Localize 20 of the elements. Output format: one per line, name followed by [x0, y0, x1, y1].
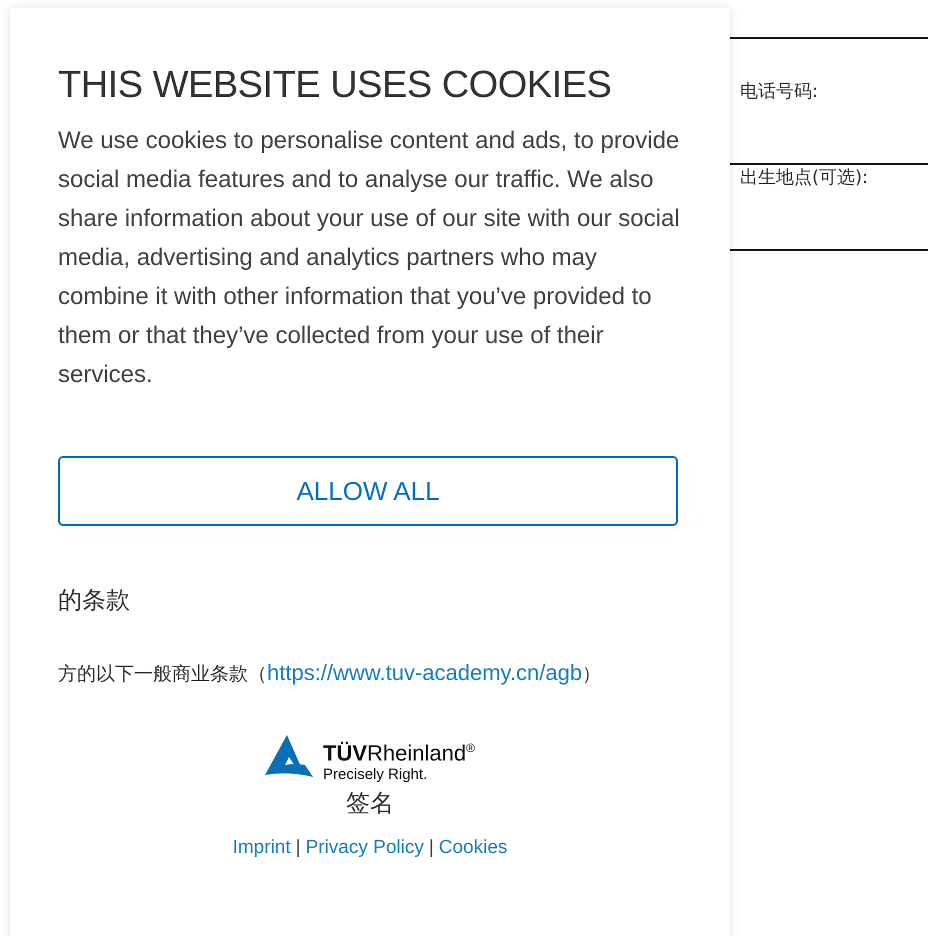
- terms-link[interactable]: https://www.tuv-academy.cn/agb: [267, 660, 582, 685]
- terms-heading: 的条款: [58, 585, 131, 616]
- cookie-notice-text: We use cookies to personalise content and ads, to provide social media features and to analyse our traffic. We also share information about your use of our site with our social media, advertising and analytics partners who may combine it with other information that you’ve provided to them or that they’ve collected from your use of their services.: [58, 126, 680, 390]
- registered-mark: ®: [466, 741, 475, 755]
- terms-text: 方的以下一般商业条款（: [58, 663, 267, 685]
- triangle-logo-icon: [265, 735, 314, 779]
- footer-link[interactable]: Imprint: [232, 837, 291, 860]
- footer-separator: |: [428, 837, 434, 860]
- footer-link[interactable]: Privacy Policy: [306, 837, 424, 860]
- field-label: 出生地点(可选):: [739, 166, 870, 189]
- allow-all-button[interactable]: ALLOW ALL: [58, 456, 678, 526]
- brand-text: Rheinland: [367, 740, 466, 766]
- closing-bracket: ）: [582, 663, 602, 685]
- brand-bold-text: TÜV: [323, 740, 368, 766]
- dialog-title: THIS WEBSITE USES COOKIES: [58, 64, 612, 107]
- field-label: 电话号码:: [739, 80, 820, 103]
- footer-link[interactable]: Cookies: [438, 837, 508, 860]
- logo-tagline: Precisely Right.: [323, 766, 428, 784]
- footer-separator: |: [296, 837, 301, 860]
- signature-label: 签名: [345, 788, 395, 820]
